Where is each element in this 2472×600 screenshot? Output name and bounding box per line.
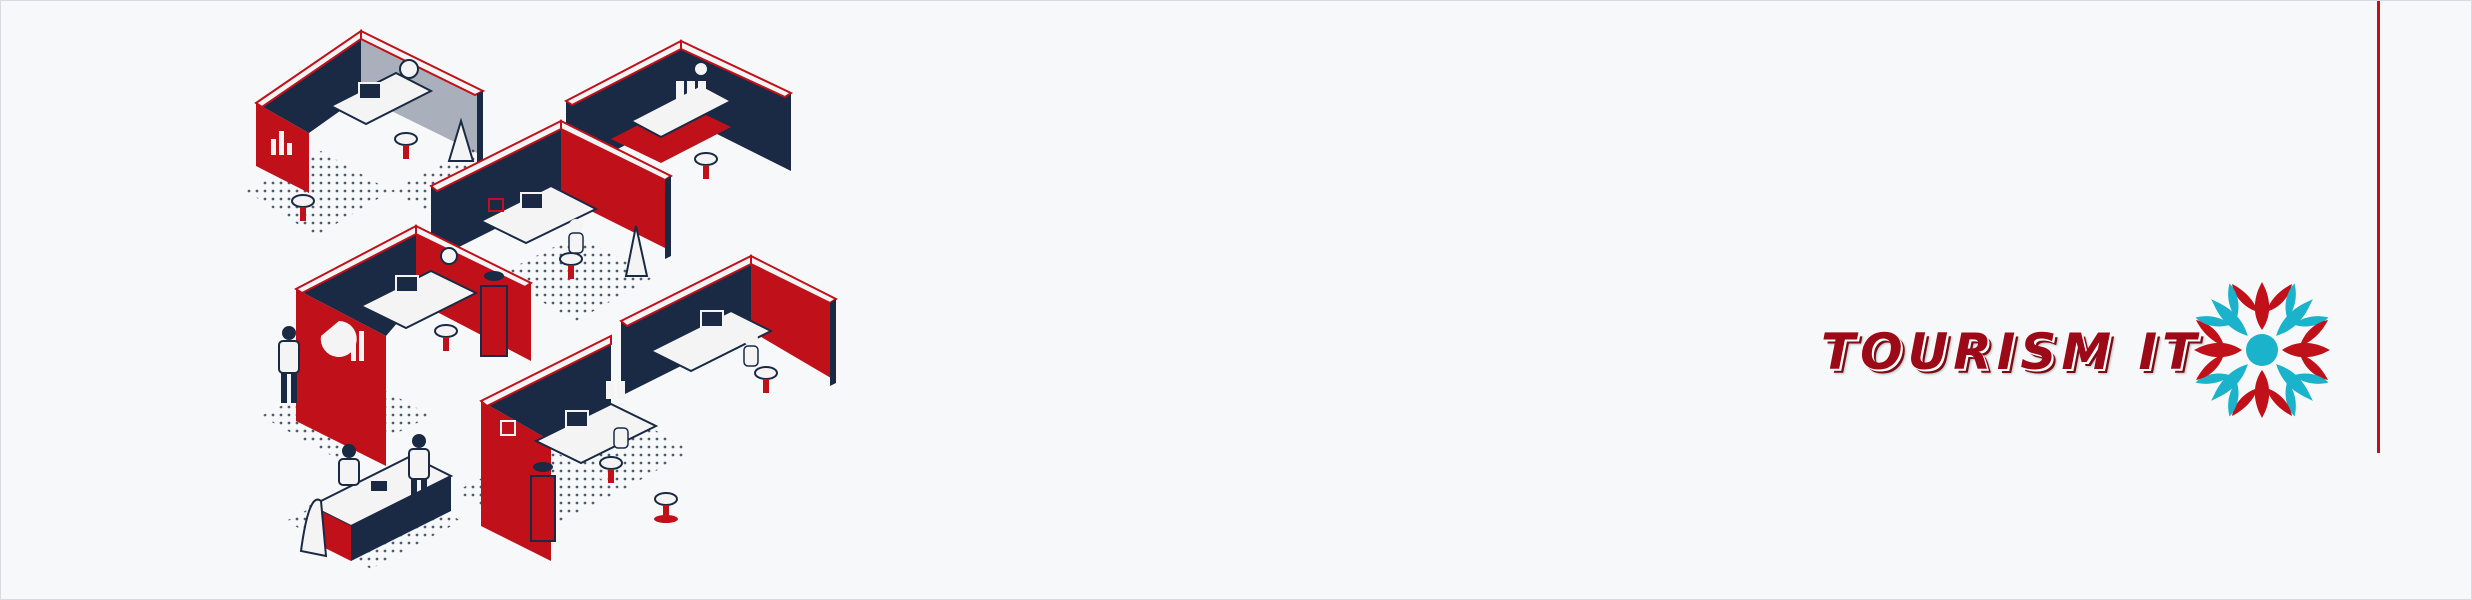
banner: TOURISM IT: [0, 0, 2472, 600]
vertical-accent-line: [2377, 1, 2380, 453]
brand-lockup: TOURISM IT: [1821, 273, 2361, 433]
brand-wordmark: TOURISM IT: [1821, 323, 2202, 381]
snowflake-logo-icon: [2194, 282, 2330, 418]
office-cubicles-illustration: [246, 29, 838, 569]
